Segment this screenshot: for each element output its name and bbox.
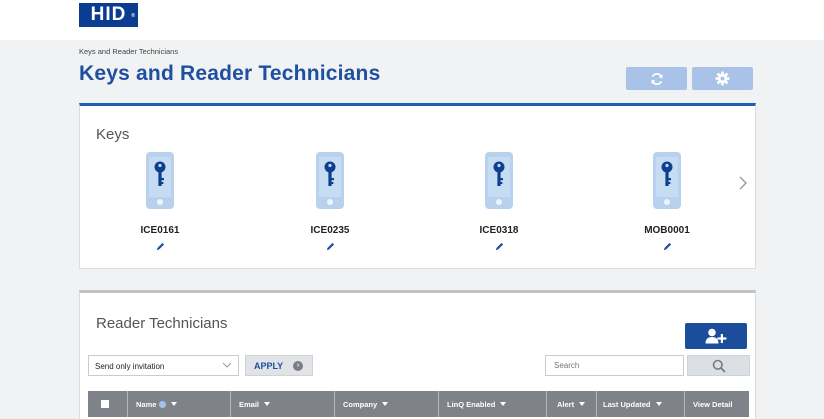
key-id: ICE0318 bbox=[479, 225, 519, 236]
table-header: Name Email Company LinQ Enabled Alert La… bbox=[88, 391, 749, 417]
invitation-select-value: Send only invitation bbox=[95, 362, 165, 371]
key-id: ICE0235 bbox=[310, 225, 350, 236]
select-all-cell[interactable] bbox=[88, 391, 128, 417]
key-id: MOB0001 bbox=[644, 225, 690, 236]
column-header-email[interactable]: Email bbox=[231, 391, 335, 417]
sort-caret-icon bbox=[171, 402, 178, 406]
apply-button[interactable]: APPLY › bbox=[245, 355, 313, 376]
breadcrumb: Keys and Reader Technicians bbox=[79, 47, 179, 56]
refresh-icon bbox=[650, 72, 663, 85]
reader-technicians-panel: Reader Technicians Send only invitation … bbox=[79, 290, 756, 419]
column-header-linq-enabled[interactable]: LinQ Enabled bbox=[439, 391, 547, 417]
column-header-alert[interactable]: Alert bbox=[547, 391, 597, 417]
add-user-button[interactable] bbox=[685, 323, 747, 349]
page-title: Keys and Reader Technicians bbox=[79, 62, 381, 85]
column-header-view-detail: View Detail bbox=[693, 399, 733, 409]
phone-key-icon bbox=[146, 152, 174, 209]
info-icon[interactable] bbox=[159, 400, 167, 408]
settings-button[interactable] bbox=[692, 67, 753, 90]
key-item-0[interactable]: ICE0161 bbox=[100, 152, 220, 252]
pencil-icon[interactable] bbox=[100, 242, 220, 252]
sort-caret-icon bbox=[264, 402, 271, 406]
key-item-2[interactable]: ICE0318 bbox=[439, 152, 559, 252]
column-header-company[interactable]: Company bbox=[335, 391, 439, 417]
reader-technicians-title: Reader Technicians bbox=[96, 315, 228, 332]
gear-icon bbox=[715, 71, 730, 86]
column-header-last-updated[interactable]: Last Updated bbox=[597, 391, 685, 417]
key-item-3[interactable]: MOB0001 bbox=[607, 152, 727, 252]
keys-title: Keys bbox=[96, 126, 130, 143]
phone-key-icon bbox=[485, 152, 513, 209]
sort-caret-icon bbox=[382, 402, 389, 406]
pencil-icon[interactable] bbox=[607, 242, 727, 252]
phone-key-icon bbox=[316, 152, 344, 209]
sort-caret-icon bbox=[579, 402, 586, 406]
top-bar: HID ® bbox=[0, 0, 824, 40]
add-user-icon bbox=[705, 328, 727, 344]
pencil-icon[interactable] bbox=[270, 242, 390, 252]
select-all-checkbox[interactable] bbox=[101, 400, 109, 408]
key-item-1[interactable]: ICE0235 bbox=[270, 152, 390, 252]
search-input[interactable] bbox=[545, 355, 684, 376]
refresh-button[interactable] bbox=[626, 67, 687, 90]
invitation-select[interactable]: Send only invitation bbox=[88, 355, 239, 376]
hid-logo[interactable]: HID ® bbox=[79, 3, 138, 27]
chevron-right-icon[interactable] bbox=[738, 175, 748, 196]
phone-key-icon bbox=[653, 152, 681, 209]
apply-label: APPLY bbox=[254, 361, 284, 371]
column-header-name[interactable]: Name bbox=[128, 391, 231, 417]
keys-panel: Keys ICE0161 ICE0235 ICE0318 MOB0001 bbox=[79, 103, 756, 269]
search-icon bbox=[712, 359, 726, 373]
key-id: ICE0161 bbox=[140, 225, 180, 236]
sort-caret-icon bbox=[655, 402, 662, 406]
chevron-down-icon bbox=[222, 362, 232, 368]
pencil-icon[interactable] bbox=[439, 242, 559, 252]
sort-caret-icon bbox=[500, 402, 507, 406]
arrow-right-icon: › bbox=[293, 361, 303, 371]
search-button[interactable] bbox=[687, 355, 750, 376]
